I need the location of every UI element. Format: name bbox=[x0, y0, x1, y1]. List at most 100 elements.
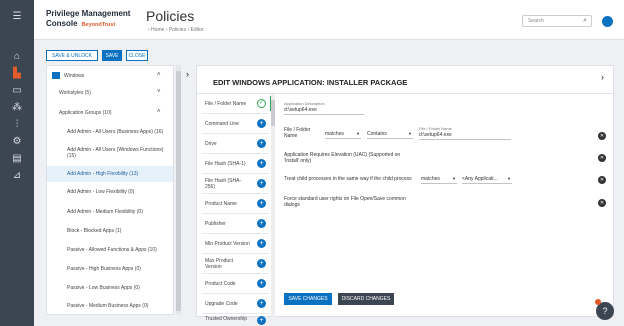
app-header: Privilege Management Console BeyondTrust … bbox=[34, 0, 624, 40]
tree-item-label: Application Groups (10) bbox=[59, 110, 112, 116]
plus-icon[interactable]: + bbox=[257, 279, 266, 288]
tree-item-group[interactable]: Add Admin - Low Flexibility (0) bbox=[47, 186, 173, 200]
remove-icon[interactable]: ✕ bbox=[598, 176, 606, 184]
tree-item-label: Add Admin - All Users (Business Apps) (1… bbox=[67, 129, 164, 135]
settings-icon[interactable]: ⚙ bbox=[0, 133, 34, 149]
tree-item-group[interactable]: Passive - High Business Apps (0) bbox=[47, 263, 173, 277]
criteria-label: Max Product Version bbox=[205, 257, 234, 270]
breadcrumb[interactable]: › Home › Policies › Editor bbox=[148, 27, 204, 33]
scrollbar-thumb[interactable] bbox=[271, 100, 275, 126]
match-select[interactable]: matches ▼ bbox=[325, 131, 361, 139]
tree-item-group[interactable]: Passive - Allowed Functions & Apps (10) bbox=[47, 244, 173, 258]
menu-icon[interactable]: ☰ bbox=[0, 8, 34, 24]
plus-icon[interactable]: + bbox=[257, 259, 266, 268]
tree-item-group-selected[interactable]: Add Admin - High Flexibility (13) bbox=[47, 166, 173, 182]
app-description-field[interactable]: d:\setup64.exe bbox=[284, 107, 317, 113]
tree-root-label: Windows bbox=[64, 73, 85, 79]
criteria-label: Drive bbox=[205, 140, 217, 147]
caret-down-icon: ▼ bbox=[452, 176, 456, 181]
plus-icon[interactable]: + bbox=[257, 159, 266, 168]
caret-down-icon: ▼ bbox=[408, 131, 412, 136]
elevation-text: Application Requires Elevation (UAC) (Su… bbox=[284, 152, 401, 164]
criteria-upgrade-code[interactable]: Upgrade Code + bbox=[202, 294, 269, 314]
analytics-icon[interactable]: ⫶ bbox=[0, 116, 34, 132]
tree-item-group[interactable]: Block - Blocked Apps (1) bbox=[47, 225, 173, 239]
criteria-publisher[interactable]: Publisher + bbox=[202, 214, 269, 234]
criteria-trusted-ownership[interactable]: Trusted Ownership + bbox=[202, 314, 269, 325]
tree-item-group[interactable]: Passive - Medium Business Apps (0) bbox=[47, 300, 173, 314]
criteria-file-folder-name[interactable]: File / Folder Name ✓ bbox=[202, 94, 269, 114]
caret-down-icon: ▼ bbox=[356, 131, 360, 136]
brand-title: Privilege Management bbox=[46, 9, 131, 18]
save-button[interactable]: SAVE bbox=[102, 50, 122, 61]
chevron-right-icon[interactable]: › bbox=[601, 72, 604, 82]
contains-select[interactable]: Contains ▼ bbox=[367, 131, 413, 139]
plus-icon[interactable]: + bbox=[257, 299, 266, 308]
app-description-underline bbox=[284, 114, 364, 115]
chevron-up-icon[interactable]: ˄ bbox=[157, 72, 161, 78]
user-icon[interactable] bbox=[602, 16, 613, 27]
search-icon[interactable]: ⌕ bbox=[583, 17, 587, 25]
windows-icon bbox=[52, 72, 60, 79]
tree-item-application-groups[interactable]: Application Groups (10) ˄ bbox=[47, 108, 173, 118]
chevron-up-icon[interactable]: ˄ bbox=[157, 109, 161, 115]
plus-icon[interactable]: + bbox=[257, 239, 266, 248]
criteria-min-product-version[interactable]: Min Product Version + bbox=[202, 234, 269, 254]
editor-title: EDIT WINDOWS APPLICATION: INSTALLER PACK… bbox=[213, 78, 408, 87]
hierarchy-icon[interactable]: ⁂ bbox=[0, 99, 34, 115]
plus-icon[interactable]: + bbox=[257, 119, 266, 128]
remove-icon[interactable]: ✕ bbox=[598, 132, 606, 140]
reports-icon[interactable]: ⊿ bbox=[0, 167, 34, 183]
tree-item-group[interactable]: Add Admin - All Users (Windows Functions… bbox=[47, 144, 173, 164]
criteria-scrollbar[interactable] bbox=[271, 94, 275, 318]
criteria-drive[interactable]: Drive + bbox=[202, 134, 269, 154]
criteria-label: Product Code bbox=[205, 280, 236, 287]
criteria-file-hash-sha256[interactable]: File Hash (SHA-256) + bbox=[202, 174, 269, 194]
file-icon[interactable]: ▤ bbox=[0, 150, 34, 166]
discard-changes-button[interactable]: DISCARD CHANGES bbox=[338, 293, 394, 305]
criteria-product-name[interactable]: Product Name + bbox=[202, 194, 269, 214]
remove-icon[interactable]: ✕ bbox=[598, 199, 606, 207]
remove-icon[interactable]: ✕ bbox=[598, 154, 606, 162]
plus-icon[interactable]: + bbox=[257, 179, 266, 188]
scrollbar-thumb[interactable] bbox=[176, 71, 181, 311]
search-input[interactable]: Search ⌕ bbox=[522, 15, 592, 27]
plus-icon[interactable]: + bbox=[257, 199, 266, 208]
child-app-select[interactable]: <Any Applicati... ▼ bbox=[462, 176, 512, 184]
tree-item-group[interactable]: Add Admin - All Users (Business Apps) (1… bbox=[47, 126, 173, 140]
file-name-small-label: File / Folder Name bbox=[419, 126, 452, 131]
home-icon[interactable]: ⌂ bbox=[0, 48, 34, 64]
plus-icon[interactable]: + bbox=[257, 139, 266, 148]
criteria-label: File Hash (SHA-256) bbox=[205, 177, 242, 190]
save-unlock-button[interactable]: SAVE & UNLOCK bbox=[46, 50, 98, 61]
file-name-field[interactable]: d:\setup64.exe bbox=[419, 132, 452, 138]
caret-down-icon: ▼ bbox=[507, 176, 511, 181]
criteria-product-code[interactable]: Product Code + bbox=[202, 274, 269, 294]
criteria-file-hash-sha1[interactable]: File Hash (SHA-1) + bbox=[202, 154, 269, 174]
save-changes-button[interactable]: SAVE CHANGES bbox=[284, 293, 332, 305]
monitor-icon[interactable]: ▭ bbox=[0, 82, 34, 98]
child-match-select[interactable]: matches ▼ bbox=[421, 176, 457, 184]
criteria-label: Publisher bbox=[205, 220, 226, 227]
tree-item-workstyles[interactable]: Workstyles (5) ˅ bbox=[47, 88, 173, 98]
tree-scrollbar[interactable] bbox=[176, 65, 181, 315]
chevron-down-icon[interactable]: ˅ bbox=[157, 89, 161, 95]
check-icon[interactable]: ✓ bbox=[257, 99, 266, 108]
tree-item-label: Block - Blocked Apps (1) bbox=[67, 228, 122, 234]
criteria-label: Command Line bbox=[205, 120, 239, 127]
child-process-text: Treat child processes in the same way if… bbox=[284, 176, 412, 182]
tree-item-group[interactable]: Add Admin - Medium Flexibility (0) bbox=[47, 206, 173, 220]
policy-icon[interactable]: ▙ bbox=[0, 65, 34, 81]
criteria-command-line[interactable]: Command Line + bbox=[202, 114, 269, 134]
match-criteria-list: File / Folder Name ✓ Command Line + Drive +… bbox=[202, 94, 269, 325]
tree-root-windows[interactable]: Windows ˄ bbox=[47, 72, 173, 82]
criteria-label: Trusted Ownership bbox=[205, 316, 248, 322]
tree-item-label: Workstyles (5) bbox=[59, 90, 91, 96]
criteria-max-product-version[interactable]: Max Product Version + bbox=[202, 254, 269, 274]
tree-item-label: Passive - Medium Business Apps (0) bbox=[67, 303, 149, 309]
plus-icon[interactable]: + bbox=[257, 316, 266, 325]
plus-icon[interactable]: + bbox=[257, 219, 266, 228]
chevron-right-icon[interactable]: › bbox=[186, 69, 189, 79]
close-button[interactable]: CLOSE bbox=[126, 50, 148, 61]
tree-item-group[interactable]: Passive - Low Business Apps (0) bbox=[47, 282, 173, 296]
